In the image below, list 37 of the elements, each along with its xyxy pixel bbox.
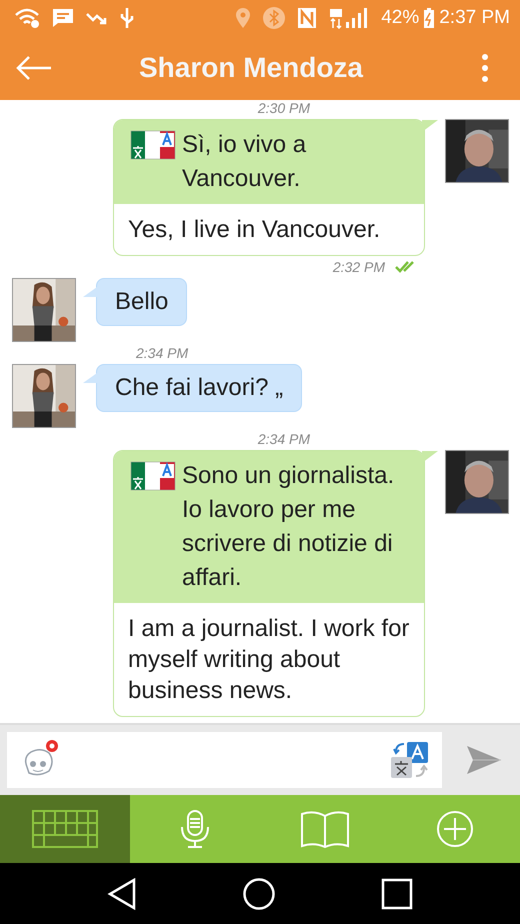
wifi-icon (14, 8, 40, 28)
trend-down-icon (86, 10, 108, 26)
battery-percent: 42% (381, 7, 420, 29)
translated-text: I am a journalist. I work for myself writing about business news. (127, 614, 410, 706)
message-text: Che fai lavori? „ (115, 374, 284, 401)
recent-apps-button[interactable] (381, 878, 413, 910)
message-input-field[interactable] (7, 732, 442, 788)
message-time: 2:34 PM (258, 431, 310, 447)
bluetooth-icon (263, 7, 286, 29)
message-time: 2:34 PM (136, 345, 188, 361)
book-icon (300, 810, 350, 848)
translated-text: Yes, I live in Vancouver. (127, 215, 382, 245)
keyboard-tab[interactable] (0, 795, 130, 863)
location-icon (235, 7, 252, 29)
translate-flag-icon (130, 461, 176, 491)
original-text: Sono un giornalista. Io lavoro per me scrivere di notizie di affari. (182, 461, 396, 593)
menu-icon (481, 53, 489, 83)
back-arrow-icon (15, 55, 53, 81)
nfc-icon (297, 7, 318, 29)
home-nav-button[interactable] (243, 878, 275, 910)
microphone-icon (180, 810, 210, 848)
send-icon (466, 745, 502, 775)
contact-name: Sharon Mendoza (138, 52, 364, 84)
message-icon (52, 8, 74, 28)
battery-charging-icon (423, 7, 436, 29)
message-text: Bello (115, 288, 168, 315)
translate-flag-icon (130, 130, 176, 160)
message-time: 2:32 PM (332, 259, 385, 275)
keyboard-icon (32, 810, 98, 848)
message-time: 2:30 PM (258, 100, 310, 116)
back-nav-button[interactable] (107, 878, 137, 910)
translate-button[interactable] (390, 740, 430, 780)
usb-icon (120, 7, 134, 29)
plus-icon (436, 810, 474, 848)
clock: 2:37 PM (439, 7, 510, 29)
signal-icon (329, 7, 370, 29)
original-text: Sì, io vivo a Vancouver. (182, 130, 308, 194)
